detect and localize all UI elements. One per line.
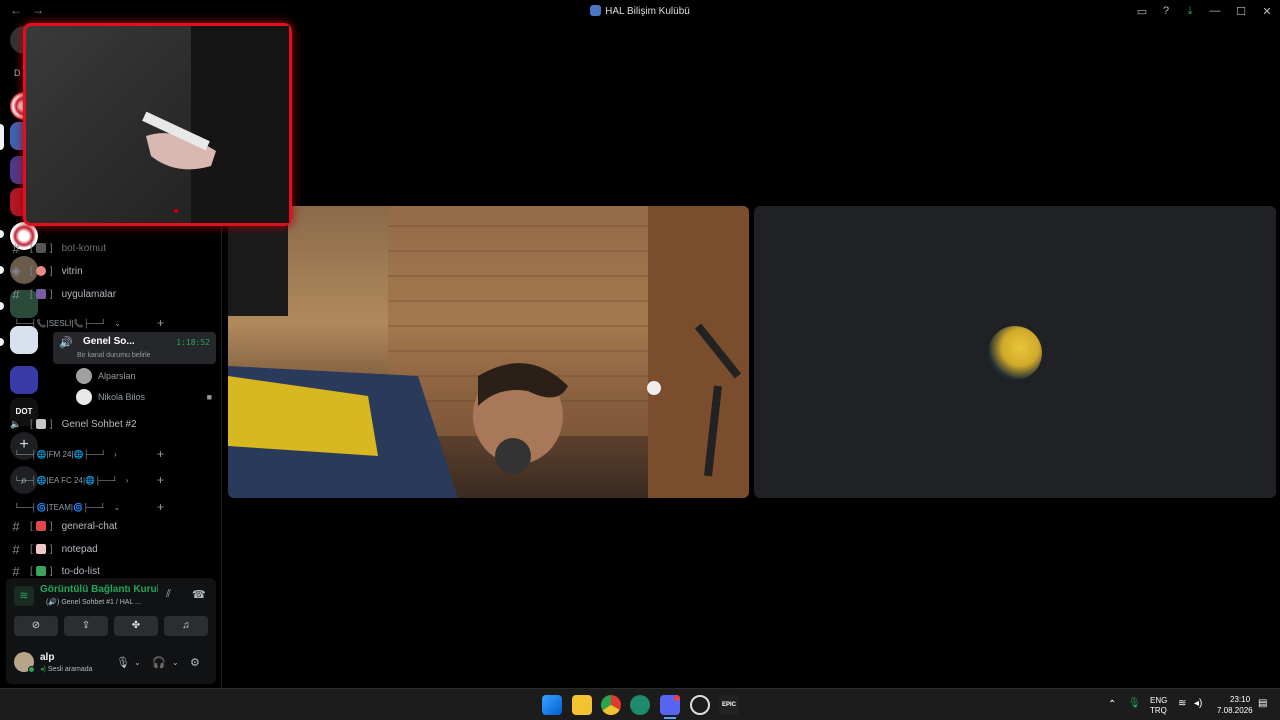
taskbar: EPIC ⌃ 🎙 ENG TRQ ≋ ◂) 23:10 7.08.2026 ▤	[0, 688, 1280, 720]
category-eafc24[interactable]: └──┤🌐|EA FC 24|🌐├──┘ › +	[14, 472, 170, 488]
hash-icon: #	[12, 563, 20, 579]
unread-pill	[0, 230, 4, 238]
noise-suppression-icon[interactable]: ⫽	[166, 588, 171, 601]
participant-avatar	[988, 326, 1042, 380]
category-team[interactable]: └──┤🌀|TEAM|🌀├──┘ ⌄ +	[14, 499, 170, 515]
volume-icon[interactable]: ◂)	[1194, 698, 1202, 709]
add-channel-icon[interactable]: +	[157, 473, 164, 487]
avatar	[76, 389, 92, 405]
help-icon[interactable]: ?	[1154, 5, 1178, 17]
hash-icon: #	[12, 286, 20, 302]
chevron-down-icon: ⌄	[114, 318, 121, 328]
speaker-icon: (🔊)	[46, 599, 60, 606]
hash-icon: #	[12, 518, 20, 534]
clock-date[interactable]: 7.08.2026	[1217, 706, 1253, 715]
headphones-icon[interactable]: 🎧	[152, 656, 166, 669]
channel-notepad[interactable]: # [] notepad	[6, 539, 172, 559]
chevron-down-icon[interactable]: ⌄	[134, 658, 141, 667]
file-explorer-icon[interactable]	[572, 695, 592, 715]
voice-channel-genel-sohbet-1[interactable]: 🔊 Genel So... 1:18:52 Bir kanal durumu b…	[53, 332, 216, 364]
avatar	[76, 368, 92, 384]
connection-channel[interactable]: (🔊) Genel Sohbet #1 / HAL ...	[46, 598, 141, 606]
close-button[interactable]: ✕	[1254, 5, 1280, 18]
steam-icon[interactable]	[690, 695, 710, 715]
clock-time[interactable]: 23:10	[1230, 695, 1250, 704]
hash-icon: #	[12, 541, 20, 557]
app-icon[interactable]	[630, 695, 650, 715]
minimize-button[interactable]: —	[1202, 5, 1228, 17]
epic-games-icon[interactable]: EPIC	[719, 695, 739, 715]
channel-general-chat[interactable]: # [] general-chat	[6, 516, 172, 536]
connection-status[interactable]: Görüntülü Bağlantı Kuruld	[40, 584, 158, 595]
chevron-right-icon: ›	[114, 449, 117, 459]
signal-icon[interactable]: ≋	[14, 586, 34, 606]
screen-share-button[interactable]: ⇪	[64, 616, 108, 636]
chrome-icon[interactable]	[601, 695, 621, 715]
camera-off-button[interactable]: ⊘	[14, 616, 58, 636]
hash-icon: #	[12, 240, 20, 256]
video-tile-camera[interactable]	[228, 206, 749, 498]
user-name[interactable]: alp	[40, 652, 54, 663]
notification-badge	[674, 695, 680, 701]
channel-bot-komut[interactable]: # [] bot-komut	[6, 238, 172, 258]
microphone-icon[interactable]: 🎙	[116, 656, 130, 669]
add-channel-icon[interactable]: +	[157, 500, 164, 514]
channel-vitrin[interactable]: ◈ [] vitrin	[6, 261, 172, 281]
folder-icon[interactable]	[10, 366, 38, 394]
unread-pill-2	[0, 266, 4, 274]
add-channel-icon[interactable]: +	[157, 316, 164, 330]
channel-uygulamalar[interactable]: # [] uygulamalar	[6, 284, 172, 304]
disconnect-icon[interactable]: ☎	[192, 588, 206, 601]
inbox-icon[interactable]: ▭	[1130, 5, 1154, 18]
speaker-icon: 🔊	[59, 337, 73, 349]
chevron-right-icon: ›	[125, 475, 129, 485]
category-fm24[interactable]: └──┤🌐|FM 24|🌐├──┘ › +	[14, 446, 170, 462]
mic-tray-icon[interactable]: 🎙	[1128, 698, 1141, 709]
wifi-icon[interactable]: ≋	[1178, 698, 1186, 709]
active-app-indicator	[664, 717, 676, 719]
chevron-down-icon[interactable]: ⌄	[172, 658, 179, 667]
apps-icon	[35, 289, 46, 299]
windows-start-icon[interactable]	[542, 695, 562, 715]
voice-channel-genel-sohbet-2[interactable]: 🔈 [] Genel Sohbet #2	[6, 414, 172, 434]
gallery-icon: ◈	[11, 263, 21, 278]
brain-icon	[35, 266, 46, 276]
online-status-icon	[28, 666, 35, 673]
speaker-icon: 🔈	[10, 418, 22, 429]
voice-member-nikola[interactable]: Nikola Bilos ■	[76, 387, 216, 407]
soundboard-button[interactable]: ♫	[164, 616, 208, 636]
popout-video[interactable]	[23, 23, 292, 226]
checkbox-icon	[35, 566, 46, 576]
activities-button[interactable]: ✤	[114, 616, 158, 636]
notifications-icon[interactable]: ▤	[1258, 698, 1267, 709]
unread-pill-3	[0, 302, 4, 310]
language-primary[interactable]: ENG	[1150, 696, 1167, 705]
category-sesli[interactable]: └──┤📞|SESLİ|📞├──┘ ⌄ +	[14, 315, 170, 331]
window-title: HAL Bilişim Kulübü	[0, 5, 1280, 17]
title-bar: ←→ HAL Bilişim Kulübü ▭ ? ⤓ — ☐ ✕	[0, 0, 1280, 22]
camera-icon: ■	[206, 392, 212, 402]
user-status: ◂) Sesli aramada	[40, 666, 93, 673]
language-secondary[interactable]: TRQ	[1150, 706, 1167, 715]
tray-overflow-icon[interactable]: ⌃	[1108, 699, 1116, 710]
voice-member-alparslan[interactable]: Alparslan	[76, 366, 136, 386]
voice-connection-panel: ≋ Görüntülü Bağlantı Kuruld (🔊) Genel So…	[6, 578, 216, 684]
notepad-icon	[35, 544, 46, 554]
selected-guild-pill	[0, 124, 4, 150]
dm-label: D	[14, 68, 21, 78]
maximize-button[interactable]: ☐	[1228, 5, 1254, 18]
add-channel-icon[interactable]: +	[157, 447, 164, 461]
unread-pill-4	[0, 338, 4, 346]
robot-icon	[35, 243, 46, 253]
volume-icon	[35, 419, 46, 429]
chevron-down-icon: ⌄	[113, 502, 121, 512]
server-icon	[590, 5, 602, 16]
speaker-icon: ◂)	[40, 666, 46, 673]
download-icon[interactable]: ⤓	[1178, 5, 1202, 18]
settings-gear-icon[interactable]: ⚙	[190, 656, 200, 669]
lightning-icon	[35, 521, 46, 531]
